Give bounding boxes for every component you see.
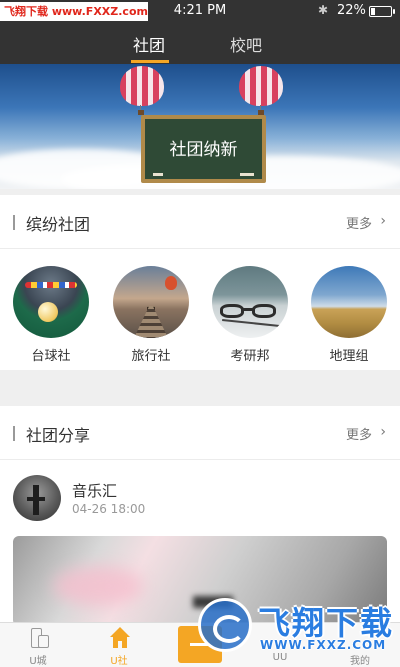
home-icon [109,627,131,649]
active-tab-indicator [131,60,169,63]
status-bar: 飞翔下载 www.FXXZ.com 4:21 PM ✱ 22% [0,0,400,22]
tab-label: U社 [110,656,128,667]
clubs-section-header: 缤纷社团 更多 › [0,195,400,249]
share-section-header: 社团分享 更多 › [0,406,400,460]
club-label: 台球社 [31,349,71,364]
banner-title: 社团纳新 [169,140,238,160]
clubs-section-title: 缤纷社团 [26,215,91,234]
tab-xiaoba[interactable]: 校吧 [230,32,262,56]
tab-ushe[interactable]: U社 [89,623,149,667]
top-tab-bar: 社团 校吧 [0,22,400,64]
glasses-photo [212,266,288,338]
watermark-logo: 飞翔下载 WWW.FXXZ.COM [198,596,398,660]
field-sky-photo [311,266,387,338]
clubs-more-link[interactable]: 更多 [346,213,372,232]
share-more-link[interactable]: 更多 [346,424,372,443]
balloon-left [120,66,164,106]
club-label: 考研邦 [230,349,270,364]
club-item[interactable]: 考研邦 [212,266,288,364]
tab-ucheng[interactable]: U城 [8,623,68,667]
tab-label: U城 [29,656,47,667]
section-marker [13,426,15,441]
club-item[interactable]: 台球社 [13,266,89,364]
chalk [153,173,163,176]
railway-balloon-photo [113,266,189,338]
bluetooth-icon: ✱ [318,3,329,17]
post-author[interactable]: 音乐汇 [72,480,117,501]
club-label: 地理组 [329,349,369,364]
tab-shetuan[interactable]: 社团 [133,32,165,56]
chalk [240,173,254,176]
watermark-url-text: WWW.FXXZ.COM [260,638,387,652]
watermark-logo-icon [198,598,252,652]
battery-icon [369,6,395,17]
balloon-right [239,66,283,106]
chevron-right-icon[interactable]: › [380,424,386,440]
battery-level [371,8,375,15]
post-time: 04-26 18:00 [72,502,146,516]
share-section-title: 社团分享 [26,426,91,445]
club-label: 旅行社 [131,349,171,364]
club-item[interactable]: 旅行社 [113,266,189,364]
avatar[interactable] [13,475,61,521]
billiards-photo [13,266,89,338]
club-item[interactable]: 地理组 [311,266,387,364]
chalkboard: 社团纳新 [141,115,266,183]
section-marker [13,215,15,230]
building-icon [28,627,50,649]
chevron-right-icon[interactable]: › [380,213,386,229]
battery-percentage: 22% [337,3,366,18]
